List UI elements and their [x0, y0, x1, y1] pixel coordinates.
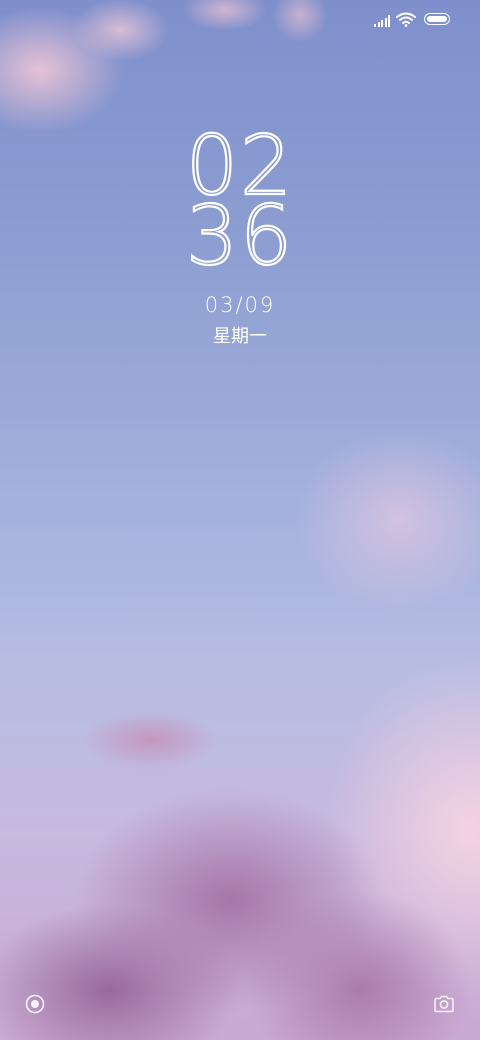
- camera-icon[interactable]: [433, 994, 455, 1014]
- record-icon[interactable]: [25, 994, 45, 1014]
- wifi-icon: [396, 12, 416, 27]
- clock-minutes-text: 36: [185, 189, 295, 284]
- status-bar: [0, 0, 480, 40]
- weekday-label: 星期一: [213, 326, 267, 347]
- date-label: 03/09: [204, 293, 276, 317]
- clock-minutes: 36: [0, 194, 480, 278]
- signal-icon: [374, 14, 392, 27]
- battery-level: [427, 16, 447, 22]
- battery-icon: [424, 13, 450, 25]
